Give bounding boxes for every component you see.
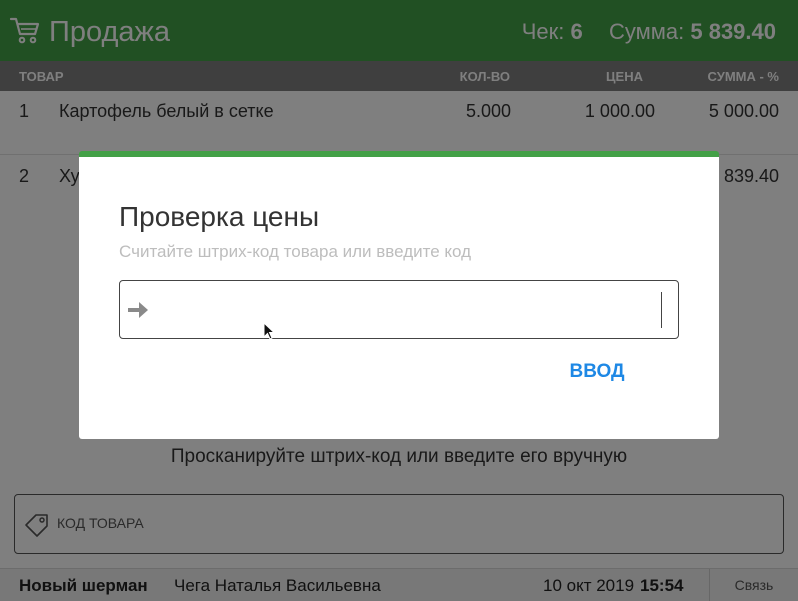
barcode-input[interactable] <box>119 280 679 339</box>
price-check-dialog: Проверка цены Считайте штрих-код товара … <box>79 151 719 439</box>
arrow-right-icon <box>128 302 148 318</box>
dialog-subtitle: Считайте штрих-код товара или введите ко… <box>119 242 472 261</box>
mouse-cursor-icon <box>263 322 275 340</box>
text-caret <box>661 292 662 328</box>
dialog-title: Проверка цены <box>119 201 320 232</box>
enter-button[interactable]: ВВОД <box>557 357 637 387</box>
